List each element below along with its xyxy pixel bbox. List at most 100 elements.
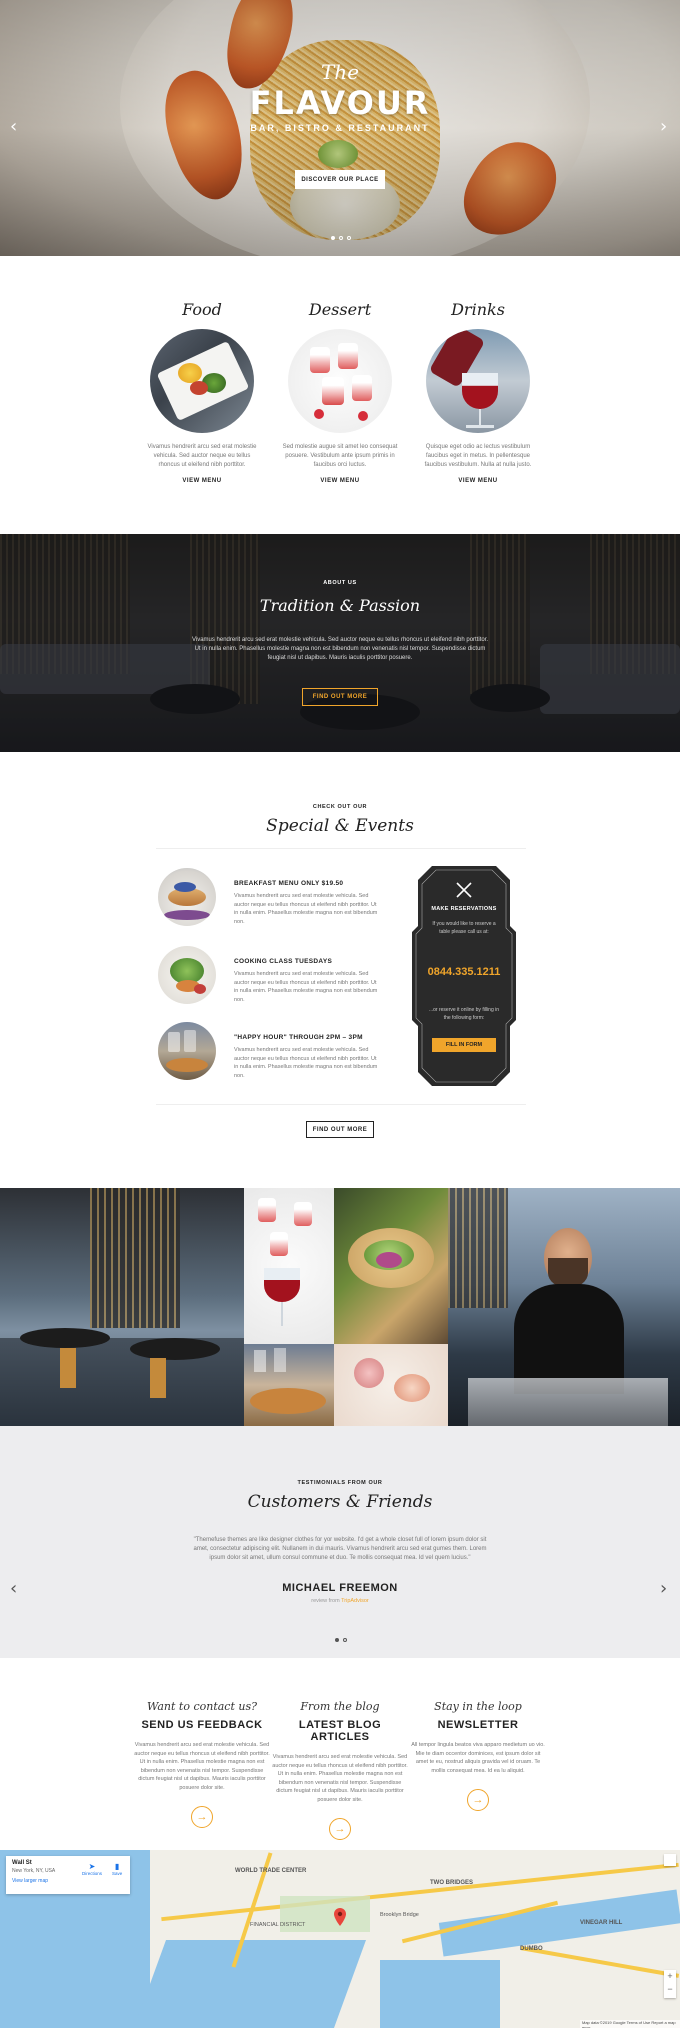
- testimonials-title: Customers & Friends: [247, 1492, 433, 1512]
- food-image[interactable]: [150, 329, 254, 433]
- gallery-taco-image[interactable]: [334, 1188, 448, 1344]
- hero-dot[interactable]: [339, 236, 343, 240]
- map-label: WORLD TRADE CENTER: [235, 1868, 307, 1874]
- event-text: Vivamus hendrerit arcu sed erat molestie…: [234, 971, 378, 1003]
- photo-gallery: [0, 1188, 680, 1426]
- column-kicker: Want to contact us?: [147, 1700, 257, 1713]
- event-text: Vivamus hendrerit arcu sed erat molestie…: [234, 893, 378, 925]
- newsletter-column: Stay in the loop NEWSLETTER All tempor l…: [408, 1700, 548, 1811]
- map-label: TWO BRIDGES: [430, 1880, 473, 1886]
- arrow-right-icon[interactable]: →: [191, 1806, 213, 1828]
- hero-dot[interactable]: [347, 236, 351, 240]
- blog-column: From the blog LATEST BLOG ARTICLES Vivam…: [270, 1700, 410, 1840]
- divider: [156, 1104, 526, 1105]
- view-larger-map-link[interactable]: View larger map: [12, 1878, 124, 1884]
- specials-find-out-more-button[interactable]: FIND OUT MORE: [306, 1121, 374, 1138]
- column-kicker: From the blog: [300, 1700, 380, 1713]
- category-title: Drinks: [451, 300, 505, 319]
- dessert-image[interactable]: [288, 329, 392, 433]
- hero-script-title: The: [320, 60, 360, 84]
- category-text: Quisque eget odio ac lectus vestibulum f…: [424, 444, 532, 468]
- zoom-control[interactable]: + −: [664, 1970, 676, 1998]
- map-label: Brooklyn Bridge: [380, 1912, 419, 1918]
- specials-kicker: CHECK OUT OUR: [312, 804, 368, 810]
- about-kicker: ABOUT US: [323, 580, 357, 586]
- testimonial-quote: "Themefuse themes are like designer clot…: [193, 1537, 487, 1561]
- testimonial-prev-arrow-icon[interactable]: ‹: [10, 1578, 17, 1599]
- event-breakfast-image: [158, 868, 216, 926]
- discover-button[interactable]: DISCOVER OUR PLACE: [295, 170, 385, 189]
- testimonial-author: MICHAEL FREEMON: [282, 1582, 398, 1594]
- view-menu-link[interactable]: VIEW MENU: [408, 478, 548, 484]
- specials-title: Special & Events: [266, 816, 414, 836]
- gallery-dessert-image[interactable]: [244, 1188, 334, 1344]
- column-text: All tempor lingula beatos viva apparo me…: [411, 1742, 545, 1774]
- column-title: SEND US FEEDBACK: [141, 1719, 263, 1731]
- testimonials-kicker: TESTIMONIALS FROM OUR: [297, 1480, 383, 1486]
- about-title: Tradition & Passion: [259, 596, 421, 615]
- review-prefix: review from: [311, 1598, 340, 1604]
- column-kicker: Stay in the loop: [434, 1700, 522, 1713]
- map-label: FINANCIAL DISTRICT: [250, 1922, 306, 1928]
- hero-subtitle: BAR, BISTRO & RESTAURANT: [250, 123, 430, 133]
- map-credit: Map data ©2019 Google Terms of Use Repor…: [580, 2020, 680, 2028]
- category-title: Dessert: [308, 300, 372, 319]
- testimonial-pagination: [335, 1638, 347, 1642]
- directions-label: Directions: [82, 1871, 103, 1876]
- map-address: New York, NY, USA: [12, 1868, 56, 1874]
- fill-in-form-button[interactable]: FILL IN FORM: [432, 1038, 496, 1052]
- reservation-heading: MAKE RESERVATIONS: [431, 906, 497, 912]
- about-find-out-more-button[interactable]: FIND OUT MORE: [302, 688, 378, 706]
- menu-category-food: Food Vivamus hendrerit arcu sed erat mol…: [132, 300, 272, 484]
- gallery-plate-image[interactable]: [334, 1344, 448, 1426]
- review-source-link[interactable]: TripAdvisor: [341, 1598, 369, 1604]
- reservation-text-2: ...or reserve it online by filling in th…: [428, 1007, 500, 1021]
- testimonial-next-arrow-icon[interactable]: ›: [660, 1578, 667, 1599]
- bookmark-icon: ▮: [114, 1862, 120, 1871]
- event-happy-hour-image: [158, 1022, 216, 1080]
- cutlery-icon: [456, 882, 472, 898]
- arrow-right-icon[interactable]: →: [329, 1818, 351, 1840]
- gallery-restaurant-image[interactable]: [0, 1188, 244, 1426]
- arrow-right-icon[interactable]: →: [467, 1789, 489, 1811]
- view-menu-link[interactable]: VIEW MENU: [270, 478, 410, 484]
- map-info-card: Wall St New York, NY, USA View larger ma…: [6, 1856, 130, 1894]
- testimonial-dot[interactable]: [343, 1638, 347, 1642]
- event-title: "HAPPY HOUR" THROUGH 2PM – 3PM: [234, 1034, 363, 1041]
- event-title: BREAKFAST MENU ONLY $19.50: [234, 880, 344, 887]
- menu-category-dessert: Dessert Sed molestie augue sit amet leo …: [270, 300, 410, 484]
- directions-button[interactable]: ➤ Directions: [82, 1862, 102, 1876]
- testimonial-source: review from TripAdvisor: [0, 1598, 680, 1604]
- category-text: Sed molestie augue sit amet leo consequa…: [282, 444, 398, 468]
- hero-dot[interactable]: [331, 236, 335, 240]
- event-cooking-image: [158, 946, 216, 1004]
- feedback-column: Want to contact us? SEND US FEEDBACK Viv…: [132, 1700, 272, 1828]
- hero-next-arrow-icon[interactable]: ›: [660, 116, 667, 137]
- column-title: LATEST BLOG ARTICLES: [298, 1719, 382, 1743]
- divider: [156, 848, 526, 849]
- map-label: DUMBO: [520, 1946, 543, 1952]
- reservation-phone[interactable]: 0844.335.1211: [412, 966, 516, 978]
- map-label: VINEGAR HILL: [580, 1920, 623, 1926]
- gallery-bartender-image[interactable]: [448, 1188, 680, 1426]
- gallery-bar-image[interactable]: [244, 1344, 334, 1426]
- about-text: Vivamus hendrerit arcu sed erat molestie…: [191, 637, 489, 661]
- view-menu-link[interactable]: VIEW MENU: [132, 478, 272, 484]
- hero-pagination: [331, 236, 351, 240]
- hero-title: FLAVOUR: [249, 84, 431, 122]
- category-text: Vivamus hendrerit arcu sed erat molestie…: [147, 444, 257, 468]
- column-title: NEWSLETTER: [437, 1719, 519, 1731]
- testimonial-dot[interactable]: [335, 1638, 339, 1642]
- category-title: Food: [182, 300, 222, 319]
- map-place-name: Wall St: [12, 1860, 32, 1866]
- fullscreen-icon[interactable]: [664, 1854, 676, 1866]
- menu-category-drinks: Drinks Quisque eget odio ac lectus vesti…: [408, 300, 548, 484]
- save-label: Save: [112, 1871, 123, 1876]
- drinks-image[interactable]: [426, 329, 530, 433]
- hero-prev-arrow-icon[interactable]: ‹: [10, 116, 17, 137]
- event-text: Vivamus hendrerit arcu sed erat molestie…: [234, 1047, 378, 1079]
- column-text: Vivamus hendrerit arcu sed erat molestie…: [272, 1754, 408, 1803]
- save-button[interactable]: ▮ Save: [112, 1862, 122, 1876]
- map-pin-icon[interactable]: [334, 1908, 346, 1926]
- reservation-text: If you would like to reserve a table ple…: [432, 921, 496, 935]
